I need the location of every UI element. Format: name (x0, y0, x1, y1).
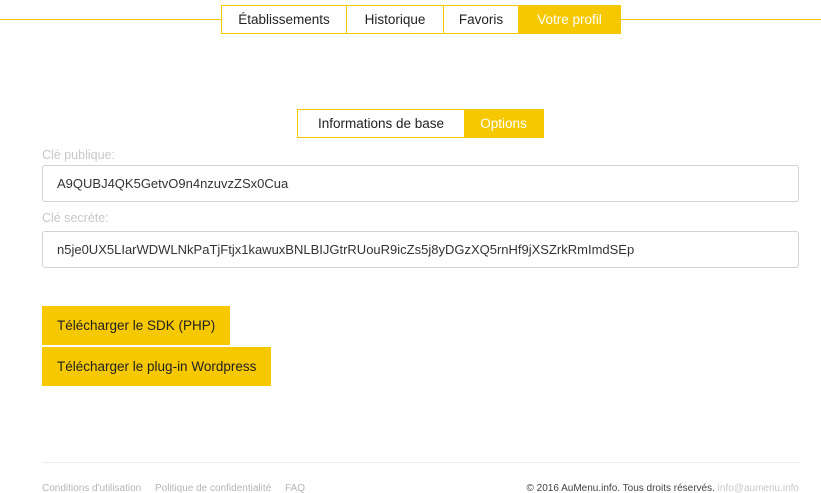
subtab-options[interactable]: Options (464, 110, 543, 137)
tab-votre-profil[interactable]: Votre profil (519, 6, 620, 33)
footer-links: Conditions d'utilisation Politique de co… (42, 483, 316, 493)
subtab-informations-de-base[interactable]: Informations de base (298, 110, 464, 137)
secret-key-field[interactable]: n5je0UX5LIarWDWLNkPaTjFtjx1kawuxBNLBIJGt… (42, 231, 799, 268)
footer-divider (42, 462, 799, 463)
download-sdk-php-button[interactable]: Télécharger le SDK (PHP) (42, 306, 231, 345)
footer-link-conditions[interactable]: Conditions d'utilisation (42, 483, 141, 493)
tab-favoris[interactable]: Favoris (444, 6, 519, 33)
download-wordpress-plugin-button[interactable]: Télécharger le plug-in Wordpress (42, 347, 272, 386)
footer-email-link[interactable]: info@aumenu.info (718, 483, 799, 493)
page: Établissements Historique Favoris Votre … (0, 0, 821, 493)
footer-link-privacy[interactable]: Politique de confidentialité (155, 483, 271, 493)
top-nav: Établissements Historique Favoris Votre … (221, 5, 621, 34)
footer-link-faq[interactable]: FAQ (285, 483, 305, 493)
public-key-field[interactable]: A9QUBJ4QK5GetvO9n4nzuvzZSx0Cua (42, 165, 799, 202)
secret-key-label: Clé secrète: (42, 211, 109, 225)
tab-etablissements[interactable]: Établissements (222, 6, 347, 33)
footer-copyright: © 2016 AuMenu.info. Tous droits réservés… (526, 483, 799, 493)
public-key-label: Clé publique: (42, 148, 115, 162)
copyright-text: © 2016 AuMenu.info. Tous droits réservés… (526, 483, 715, 493)
profile-subnav: Informations de base Options (297, 109, 544, 138)
tab-historique[interactable]: Historique (347, 6, 444, 33)
